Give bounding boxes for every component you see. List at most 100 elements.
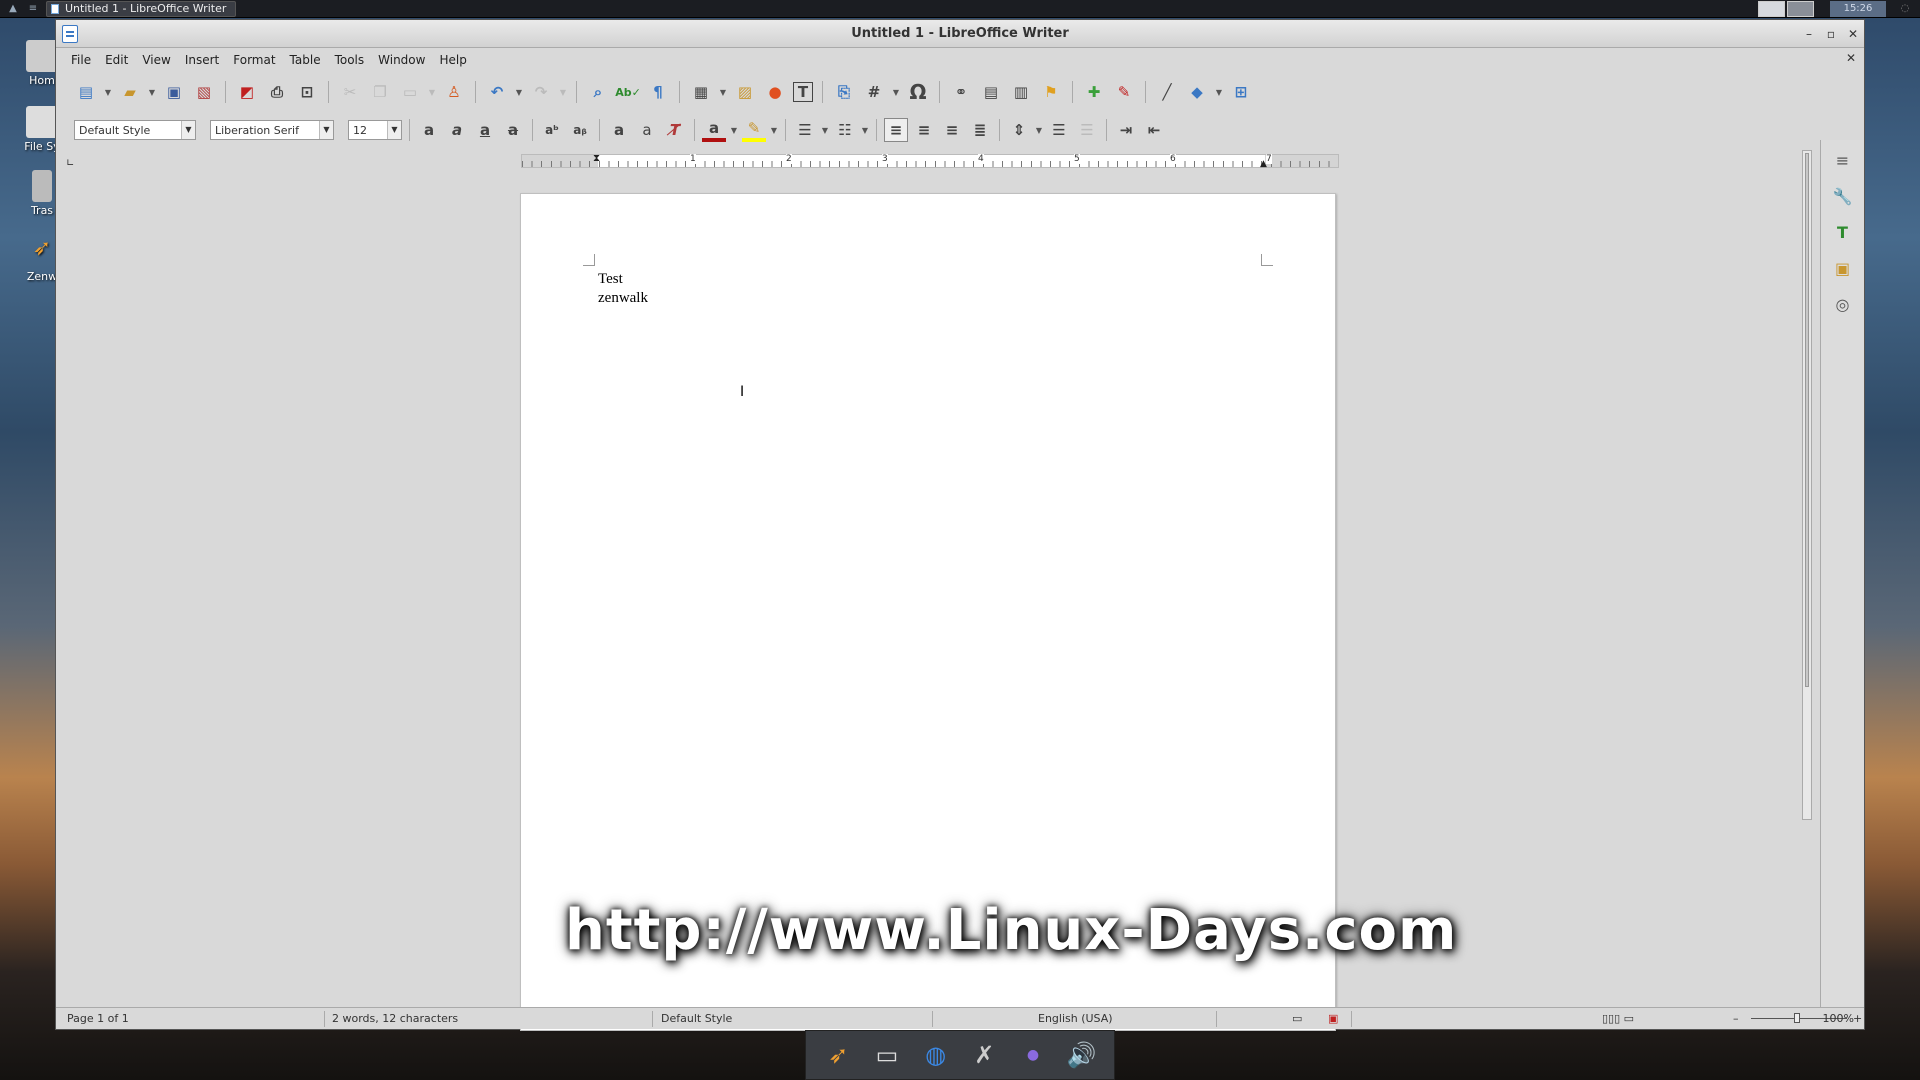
clear-formatting-icon[interactable]: T̸ (663, 118, 687, 142)
insert-comment-icon[interactable]: ✚ (1082, 80, 1106, 104)
scrollbar-thumb[interactable] (1805, 153, 1809, 688)
chevron-down-icon[interactable]: ▼ (319, 121, 333, 139)
insert-line-icon[interactable]: ╱ (1155, 80, 1179, 104)
export-pdf-icon[interactable]: ◩ (235, 80, 259, 104)
page-break-icon[interactable]: ⎘ (832, 80, 856, 104)
workspace-pager[interactable] (1758, 1, 1814, 17)
menu-launcher-icon[interactable]: ▲ (6, 2, 20, 16)
insert-textbox-icon[interactable]: T (793, 82, 813, 102)
menu-window[interactable]: Window (371, 53, 432, 67)
insert-field-icon[interactable]: # (862, 80, 886, 104)
open-folder-icon[interactable]: ▰ (118, 80, 142, 104)
new-document-icon[interactable]: ▤ (74, 80, 98, 104)
styles-icon[interactable]: T (1831, 220, 1855, 244)
save-as-icon[interactable]: ▧ (192, 80, 216, 104)
highlight-icon[interactable]: ✎ (742, 118, 766, 142)
file-manager-icon[interactable]: ▭ (869, 1037, 905, 1073)
undo-icon[interactable]: ↶ (485, 80, 509, 104)
menu-format[interactable]: Format (226, 53, 282, 67)
web-browser-icon[interactable]: ◍ (918, 1037, 954, 1073)
bullets-dropdown-icon[interactable]: ▼ (821, 126, 829, 135)
title-bar[interactable]: Untitled 1 - LibreOffice Writer – ▫ ✕ (56, 20, 1864, 48)
new-dropdown-icon[interactable]: ▼ (104, 88, 112, 97)
bullet-list-icon[interactable]: ☰ (793, 118, 817, 142)
menu-edit[interactable]: Edit (98, 53, 135, 67)
justify-icon[interactable]: ≣ (968, 118, 992, 142)
endnote-icon[interactable]: ▥ (1009, 80, 1033, 104)
zoom-in-button[interactable]: + (1853, 1012, 1862, 1025)
vertical-scrollbar[interactable] (1802, 150, 1812, 820)
horizontal-ruler[interactable]: 1 2 3 4 5 6 7 ⧗ ▲ (521, 153, 1339, 169)
shapes-dropdown-icon[interactable]: ▼ (1215, 88, 1223, 97)
print-preview-icon[interactable]: ⊡ (295, 80, 319, 104)
paste-dropdown-icon[interactable]: ▼ (428, 88, 436, 97)
open-dropdown-icon[interactable]: ▼ (148, 88, 156, 97)
italic-icon[interactable]: a (445, 118, 469, 142)
word-count[interactable]: 2 words, 12 characters (332, 1012, 458, 1025)
hyperlink-icon[interactable]: ⚭ (949, 80, 973, 104)
paragraph-style-select[interactable]: Default Style ▼ (74, 120, 196, 140)
left-indent-marker[interactable]: ⧗ (593, 153, 600, 164)
document-line[interactable]: zenwalk (598, 290, 648, 307)
special-character-icon[interactable]: Ω (906, 80, 930, 104)
find-replace-icon[interactable]: ⌕ (586, 80, 610, 104)
right-indent-marker[interactable]: ▲ (1260, 159, 1267, 169)
zoom-slider-knob[interactable] (1794, 1013, 1800, 1023)
view-layout-icons[interactable]: ▯▯▯ ▭ (1602, 1012, 1634, 1025)
align-left-icon[interactable]: ≡ (884, 118, 908, 142)
footnote-icon[interactable]: ▤ (979, 80, 1003, 104)
outline-icon[interactable]: a (635, 118, 659, 142)
page-count[interactable]: Page 1 of 1 (67, 1012, 129, 1025)
tab-stop-type-icon[interactable]: ∟ (66, 158, 74, 169)
workspace-1[interactable] (1758, 1, 1785, 17)
volume-icon[interactable]: 🔊 (1064, 1037, 1100, 1073)
zoom-level[interactable]: 100% (1823, 1012, 1854, 1025)
line-spacing-dropdown-icon[interactable]: ▼ (1035, 126, 1043, 135)
settings-tools-icon[interactable]: ✗ (966, 1037, 1002, 1073)
zoom-out-button[interactable]: – (1733, 1012, 1739, 1025)
bookmark-icon[interactable]: ⚑ (1039, 80, 1063, 104)
window-list-icon[interactable]: ≡ (26, 2, 40, 16)
line-spacing-icon[interactable]: ⇕ (1007, 118, 1031, 142)
selection-mode-icon[interactable]: ▭ (1292, 1012, 1302, 1025)
insert-chart-icon[interactable]: ● (763, 80, 787, 104)
subscript-icon[interactable]: aᵦ (568, 118, 592, 142)
workspace-2[interactable] (1787, 1, 1814, 17)
print-icon[interactable]: ⎙ (265, 80, 289, 104)
menu-help[interactable]: Help (432, 53, 473, 67)
zenwalk-launcher-icon[interactable]: ➶ (820, 1037, 856, 1073)
save-icon[interactable]: ▣ (162, 80, 186, 104)
numbered-list-icon[interactable]: ☷ (833, 118, 857, 142)
messenger-icon[interactable]: ● (1015, 1037, 1051, 1073)
close-window-button[interactable]: ✕ (1844, 25, 1862, 43)
align-center-icon[interactable]: ≡ (912, 118, 936, 142)
font-name-select[interactable]: Liberation Serif ▼ (210, 120, 334, 140)
document-line[interactable]: Test (598, 271, 623, 288)
decrease-indent-icon[interactable]: ⇤ (1142, 118, 1166, 142)
paste-icon[interactable]: ▭ (398, 80, 422, 104)
field-dropdown-icon[interactable]: ▼ (892, 88, 900, 97)
chevron-down-icon[interactable]: ▼ (387, 121, 401, 139)
cut-icon[interactable]: ✂ (338, 80, 362, 104)
align-right-icon[interactable]: ≡ (940, 118, 964, 142)
navigator-compass-icon[interactable]: ◎ (1831, 292, 1855, 316)
clone-formatting-icon[interactable]: ♙ (442, 80, 466, 104)
menu-table[interactable]: Table (283, 53, 328, 67)
chevron-down-icon[interactable]: ▼ (181, 121, 195, 139)
shadow-icon[interactable]: a (607, 118, 631, 142)
bold-icon[interactable]: a (417, 118, 441, 142)
redo-dropdown-icon[interactable]: ▼ (559, 88, 567, 97)
increase-indent-icon[interactable]: ⇥ (1114, 118, 1138, 142)
sidebar-menu-icon[interactable]: ≡ (1831, 148, 1855, 172)
menu-tools[interactable]: Tools (328, 53, 372, 67)
properties-wrench-icon[interactable]: 🔧 (1831, 184, 1855, 208)
language[interactable]: English (USA) (1038, 1012, 1113, 1025)
clock[interactable]: 15:26 (1830, 1, 1886, 17)
gallery-icon[interactable]: ▣ (1831, 256, 1855, 280)
spelling-icon[interactable]: Ab✓ (615, 80, 641, 104)
menu-insert[interactable]: Insert (178, 53, 226, 67)
formatting-marks-icon[interactable]: ¶ (646, 80, 670, 104)
insert-table-icon[interactable]: ▦ (689, 80, 713, 104)
taskbar-button-writer[interactable]: Untitled 1 - LibreOffice Writer (46, 0, 236, 17)
decrease-paragraph-spacing-icon[interactable]: ☰ (1075, 118, 1099, 142)
